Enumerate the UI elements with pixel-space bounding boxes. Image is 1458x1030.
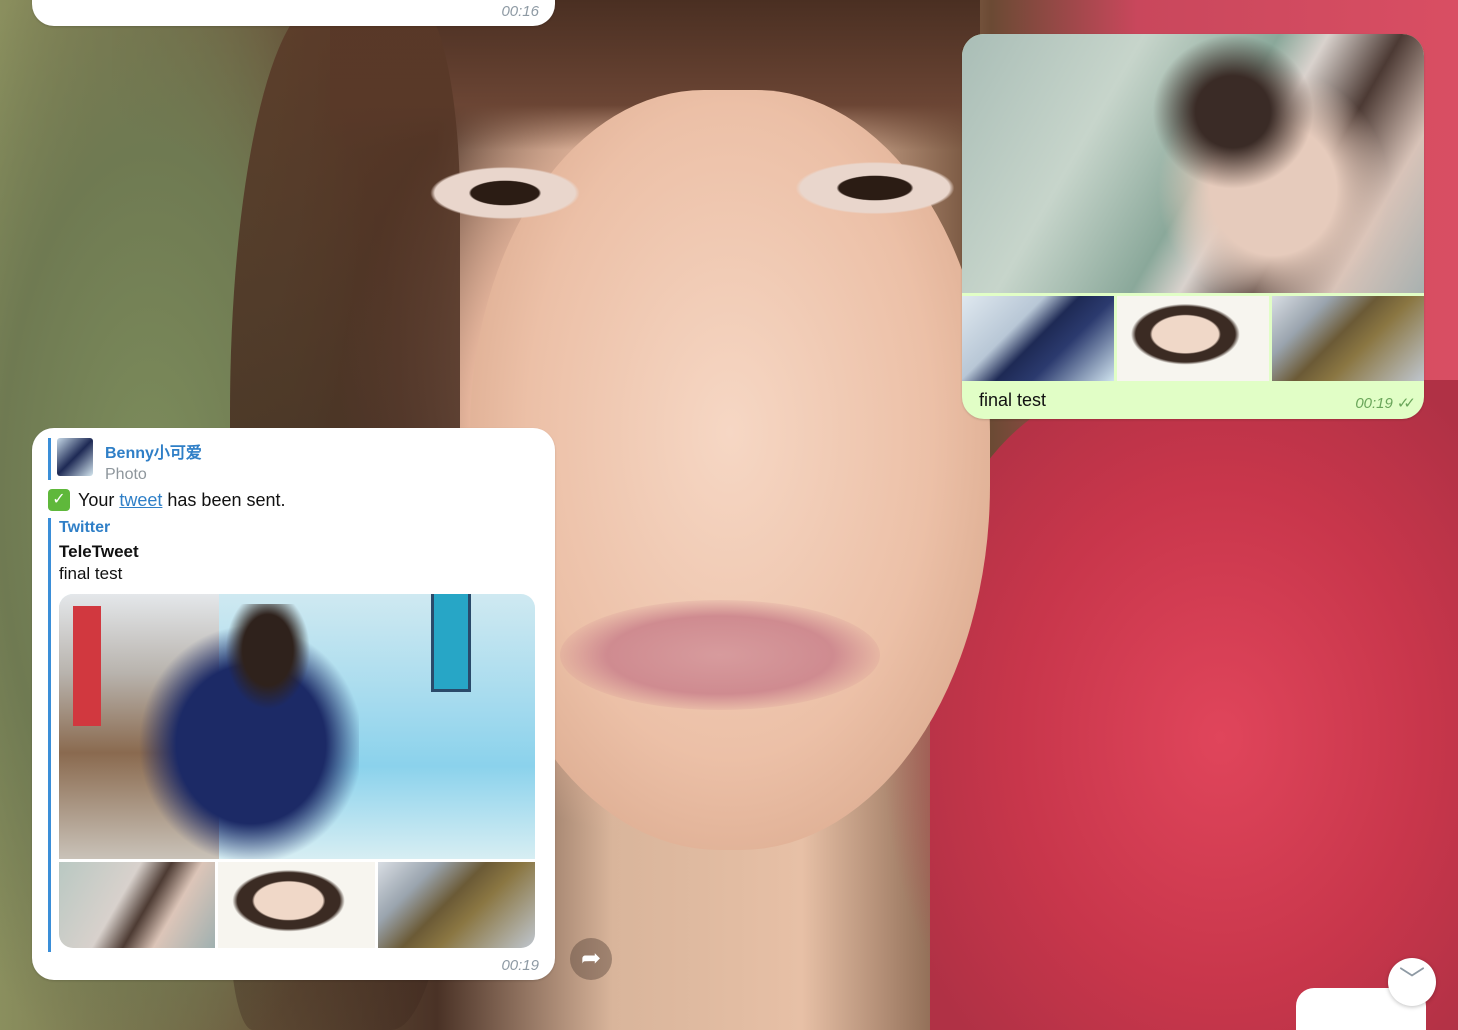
message-caption: final test bbox=[979, 390, 1047, 410]
previous-message-bubble[interactable]: 00:16 bbox=[32, 0, 555, 26]
message-text-suffix: has been sent. bbox=[167, 489, 286, 510]
album-photo-main[interactable] bbox=[962, 34, 1424, 293]
outgoing-album-message[interactable]: final test 00:19 ✓✓ bbox=[962, 34, 1424, 419]
link-preview-description: final test bbox=[59, 564, 123, 583]
message-time: 00:19 bbox=[501, 957, 539, 974]
link-preview-photo-thumb[interactable] bbox=[218, 862, 375, 948]
chevron-down-icon[interactable]: ﹀ bbox=[1388, 958, 1436, 1006]
message-meta: 00:19 ✓✓ bbox=[1355, 394, 1416, 413]
reply-thumbnail bbox=[57, 438, 93, 476]
forward-arrow-icon[interactable]: ➦ bbox=[570, 938, 612, 980]
message-time: 00:19 bbox=[1355, 394, 1393, 412]
wallpaper-scarf bbox=[930, 380, 1458, 1030]
link-preview[interactable]: Twitter TeleTweet final test bbox=[48, 518, 538, 952]
double-check-icon: ✓✓ bbox=[1396, 395, 1416, 412]
album-thumbnail-row bbox=[962, 296, 1424, 381]
album-photo-thumb[interactable] bbox=[1272, 296, 1424, 381]
link-preview-photo-thumb[interactable] bbox=[59, 862, 215, 948]
album-photo-thumb[interactable] bbox=[1117, 296, 1269, 381]
link-preview-title: TeleTweet bbox=[59, 542, 139, 561]
tweet-link[interactable]: tweet bbox=[119, 490, 162, 511]
photo-subject bbox=[1152, 34, 1422, 293]
wallpaper-eye-left bbox=[425, 165, 585, 221]
message-text: ✓ Your tweet has been sent. bbox=[48, 489, 286, 511]
reply-preview[interactable]: Benny小可爱 Photo bbox=[48, 438, 202, 483]
photo-sign bbox=[431, 594, 471, 692]
photo-banner bbox=[73, 606, 101, 726]
link-preview-site: Twitter bbox=[59, 519, 111, 536]
link-preview-photo-main[interactable] bbox=[59, 594, 535, 859]
reply-sender-name: Benny小可爱 bbox=[105, 445, 202, 462]
link-preview-photo-thumb[interactable] bbox=[378, 862, 535, 948]
reply-subtitle: Photo bbox=[105, 466, 147, 483]
wallpaper-eye-right bbox=[790, 160, 960, 216]
incoming-bot-message[interactable]: Benny小可爱 Photo ✓ Your tweet has been sen… bbox=[32, 428, 555, 980]
photo-subject bbox=[119, 604, 359, 859]
album-photo-thumb[interactable] bbox=[962, 296, 1114, 381]
message-text-prefix: Your bbox=[78, 489, 115, 510]
wallpaper-lips bbox=[560, 600, 880, 710]
message-time: 00:16 bbox=[501, 3, 539, 20]
link-preview-thumbnail-row bbox=[59, 862, 535, 948]
check-mark-emoji-icon: ✓ bbox=[48, 489, 70, 511]
